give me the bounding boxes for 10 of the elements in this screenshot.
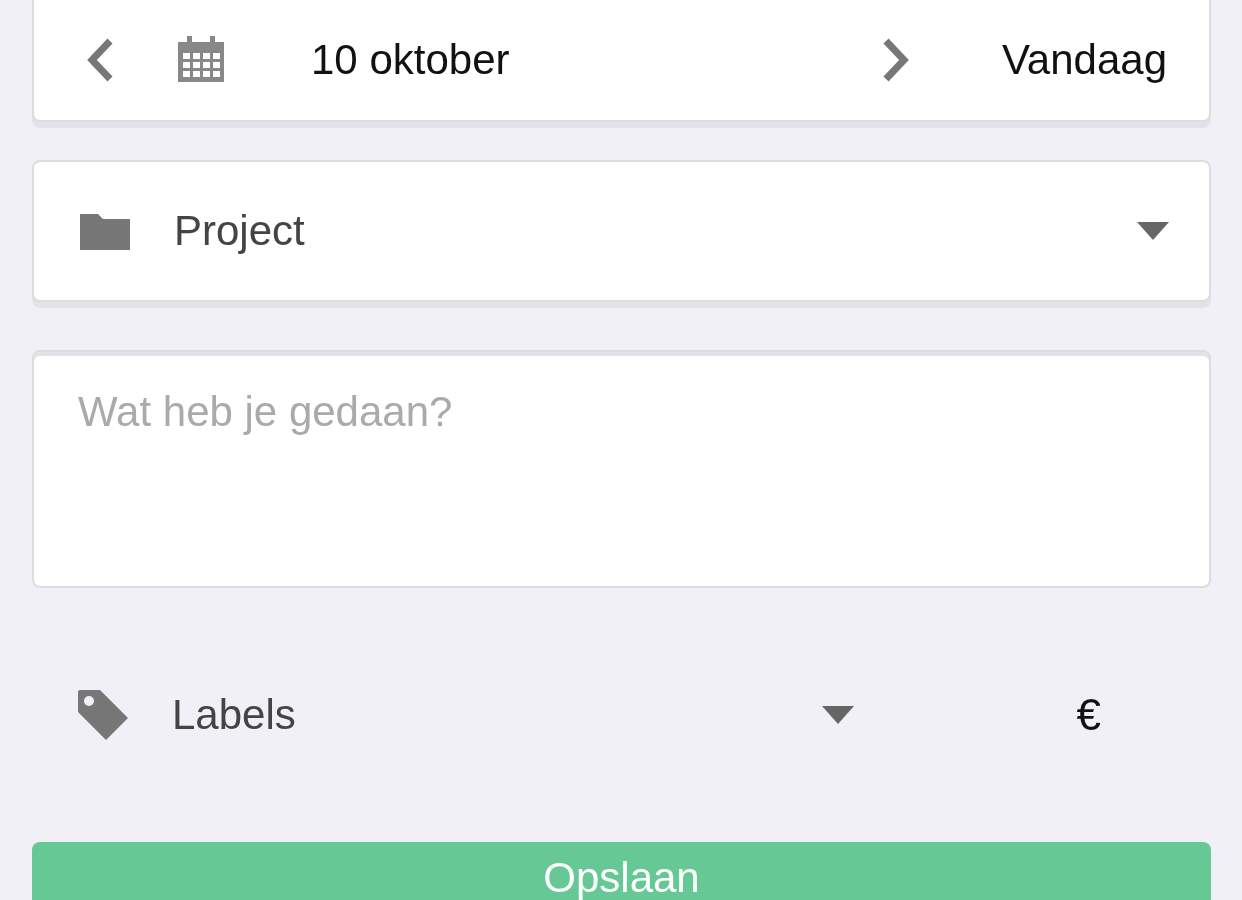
folder-icon bbox=[80, 212, 130, 250]
description-field[interactable]: Wat heb je gedaan? bbox=[32, 350, 1211, 588]
currency-toggle[interactable]: € bbox=[1076, 690, 1101, 740]
tag-icon[interactable] bbox=[78, 690, 128, 740]
calendar-icon[interactable] bbox=[176, 36, 226, 84]
date-label[interactable]: 10 oktober bbox=[311, 36, 880, 84]
dropdown-arrow-icon bbox=[1137, 222, 1169, 240]
dropdown-arrow-icon[interactable] bbox=[822, 706, 854, 724]
today-button[interactable]: Vandaag bbox=[1001, 36, 1167, 84]
labels-select[interactable]: Labels bbox=[172, 691, 822, 739]
